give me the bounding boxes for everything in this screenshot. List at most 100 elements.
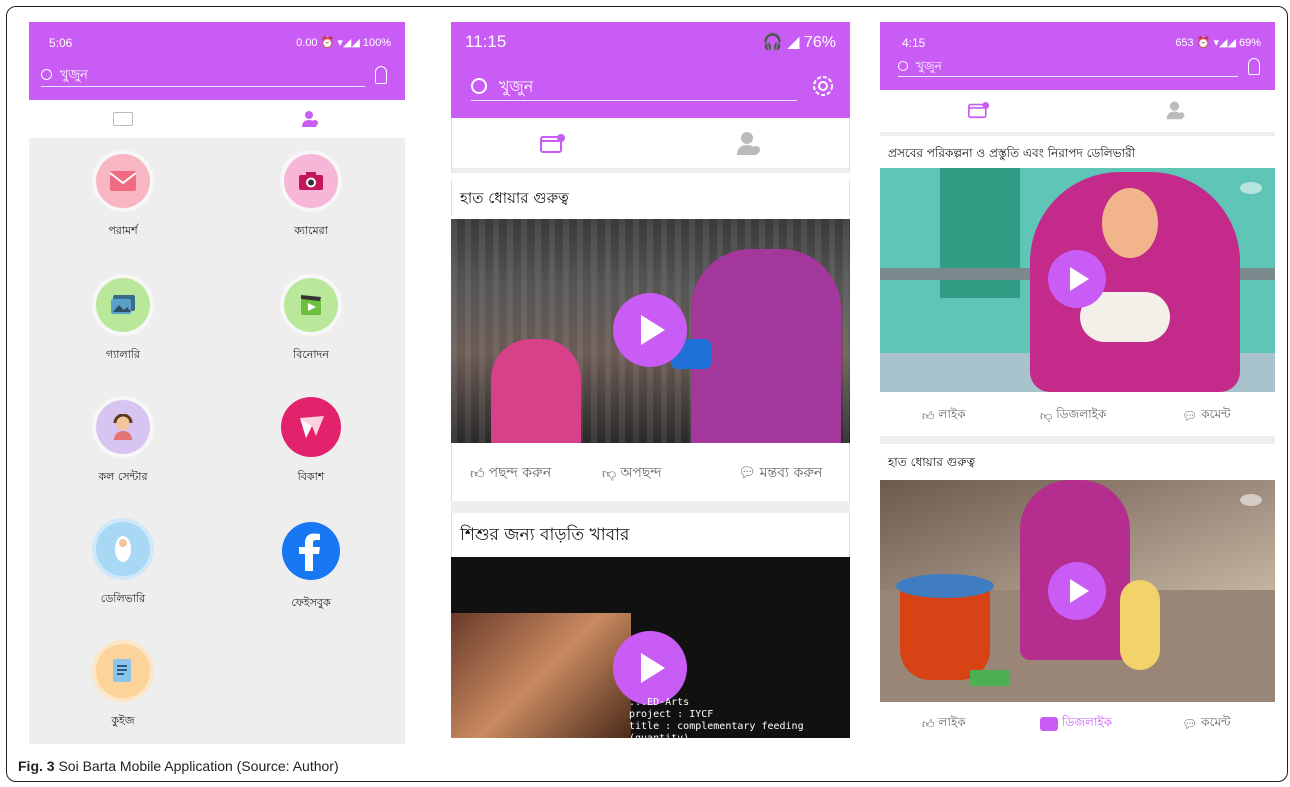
- play-button[interactable]: [613, 631, 687, 705]
- profile-icon[interactable]: [375, 66, 387, 84]
- video-card-title: শিশুর জন্য বাড়তি খাবার: [451, 513, 850, 557]
- like-button[interactable]: 👍︎ পছন্দ করুন: [470, 461, 551, 485]
- status-time: 11:15: [465, 32, 507, 51]
- app-call-center[interactable]: কল সেন্টার: [43, 400, 203, 487]
- bucket-lid-figure: [896, 574, 994, 598]
- film-icon: [284, 278, 338, 332]
- tab-bar: [29, 100, 405, 138]
- search-icon: [471, 78, 487, 94]
- play-button[interactable]: [613, 293, 687, 367]
- card-divider: [880, 436, 1275, 444]
- video-thumbnail[interactable]: [880, 168, 1275, 392]
- camera-icon: [284, 154, 338, 208]
- video-thumbnail[interactable]: ...ED-Arts project : IYCF title : comple…: [451, 557, 850, 738]
- settings-gear-icon[interactable]: [809, 72, 837, 104]
- app-label: বিনোদন: [293, 348, 329, 361]
- mother-face: [1102, 188, 1158, 258]
- app-delivery[interactable]: ডেলিভারি: [43, 522, 203, 609]
- quiz-icon: [96, 644, 150, 698]
- comment-label: কমেন্ট: [1201, 407, 1231, 421]
- thumbnail-image: [451, 613, 631, 738]
- dislike-button-active[interactable]: ডিজলাইক: [1040, 714, 1112, 734]
- play-button[interactable]: [1048, 250, 1106, 308]
- dislike-label: ডিজলাইক: [1056, 407, 1107, 421]
- search-input[interactable]: খুজুন: [471, 74, 797, 101]
- app-quiz[interactable]: কুইজ: [43, 644, 203, 731]
- comment-icon: 💬︎: [1182, 717, 1198, 731]
- overlay-line: project : IYCF: [629, 709, 714, 720]
- app-label: ফেইসবুক: [291, 596, 331, 609]
- app-header: [880, 22, 1275, 90]
- app-label: পরামর্শ: [108, 224, 138, 237]
- search-placeholder: খুজুন: [499, 77, 534, 96]
- screen-cartoon-feed: 4:15 653 ⏰ ▾◢◢ 69% খুজুন প্রসবের পরিকল্প…: [880, 22, 1275, 740]
- comment-button[interactable]: 💬︎ কমেন্ট: [1182, 714, 1231, 734]
- woman-figure: [691, 249, 841, 443]
- tab-bar: [880, 90, 1275, 136]
- tab-profile-icon[interactable]: [301, 110, 318, 127]
- video-actions: 👍︎ লাইক ডিজলাইক 💬︎ কমেন্ট: [880, 702, 1275, 740]
- app-label: ডেলিভারি: [100, 592, 146, 605]
- tab-videos-icon[interactable]: [968, 102, 990, 123]
- app-camera[interactable]: ক্যামেরা: [231, 154, 391, 241]
- like-button[interactable]: 👍︎ লাইক: [922, 714, 966, 734]
- app-entertainment[interactable]: বিনোদন: [231, 278, 391, 365]
- comment-label: কমেন্ট: [1201, 715, 1231, 729]
- dislike-button[interactable]: 👎︎ ডিজলাইক: [1040, 406, 1106, 426]
- app-label: কুইজ: [111, 714, 135, 727]
- tab-bar: [451, 118, 850, 173]
- tab-videos-icon[interactable]: [540, 134, 566, 158]
- like-label: লাইক: [938, 407, 966, 421]
- overlay-line: ...ED-Arts: [629, 697, 690, 708]
- child-figure: [1120, 580, 1160, 670]
- screen-video-feed: 11:15 🎧 ◢ 76% খুজুন হাত ধোয়ার গুরুত্ব 👍…: [451, 22, 850, 738]
- search-placeholder: খুজুন: [916, 59, 942, 73]
- app-gallery[interactable]: গ্যালারি: [43, 278, 203, 365]
- figure-caption-label: Fig. 3: [18, 758, 55, 774]
- search-placeholder: খুজুন: [60, 68, 88, 83]
- search-input[interactable]: খুজুন: [41, 66, 365, 87]
- status-indicators: 🎧 ◢ 76%: [762, 34, 836, 51]
- tab-videos-icon[interactable]: [113, 112, 133, 126]
- like-button[interactable]: 👍︎ লাইক: [922, 406, 966, 426]
- search-input[interactable]: খুজুন: [898, 58, 1238, 77]
- screen-home-grid: 5:06 0.00 ⏰ ▾◢◢ 100% খুজুন পরামর্শ ক্যাম…: [29, 22, 405, 744]
- app-label: বিকাশ: [297, 470, 325, 483]
- views-eye-icon: [1240, 494, 1262, 506]
- dislike-label: অপছন্দ: [620, 465, 662, 481]
- profile-icon[interactable]: [1248, 58, 1260, 75]
- app-poramorsho[interactable]: পরামর্শ: [43, 154, 203, 241]
- dislike-button[interactable]: 👎︎ অপছন্দ: [602, 461, 662, 485]
- video-card-title: হাত ধোয়ার গুরুত্ব: [880, 446, 1275, 478]
- like-label: লাইক: [938, 715, 966, 729]
- thumbs-down-icon: 👎︎: [1040, 408, 1053, 423]
- comment-button[interactable]: 💬︎ কমেন্ট: [1182, 406, 1231, 426]
- tab-profile-icon[interactable]: [1166, 100, 1186, 124]
- facebook-icon: [282, 522, 340, 580]
- search-icon: [41, 69, 52, 80]
- like-label: পছন্দ করুন: [488, 465, 552, 481]
- status-indicators: 0.00 ⏰ ▾◢◢ 100%: [296, 37, 391, 49]
- video-thumbnail[interactable]: [451, 219, 850, 443]
- thumbs-down-filled-icon: [1040, 717, 1058, 731]
- comment-label: মন্তব্য করুন: [759, 465, 823, 481]
- app-facebook[interactable]: ফেইসবুক: [231, 522, 391, 613]
- operator-icon: [96, 400, 150, 454]
- tab-profile-icon[interactable]: [736, 130, 762, 160]
- video-thumbnail[interactable]: [880, 480, 1275, 702]
- thumbs-up-icon: 👍︎: [922, 408, 935, 423]
- status-time: 5:06: [49, 36, 73, 50]
- apps-grid: পরামর্শ ক্যামেরা গ্যালারি বিনোদন কল সেন্…: [29, 138, 405, 744]
- comment-button[interactable]: 💬︎ মন্তব্য করুন: [738, 461, 822, 485]
- views-eye-icon: [1240, 182, 1262, 194]
- video-card-title: হাত ধোয়ার গুরুত্ব: [451, 180, 850, 216]
- app-bkash[interactable]: বিকাশ: [231, 400, 391, 487]
- app-header: [29, 22, 405, 100]
- comment-icon: 💬︎: [1182, 409, 1198, 423]
- child-figure: [491, 339, 581, 443]
- bkash-bird-icon: [284, 400, 338, 454]
- search-icon: [898, 61, 908, 71]
- thumbs-up-icon: 👍︎: [922, 716, 935, 731]
- envelope-icon: [96, 154, 150, 208]
- play-button[interactable]: [1048, 562, 1106, 620]
